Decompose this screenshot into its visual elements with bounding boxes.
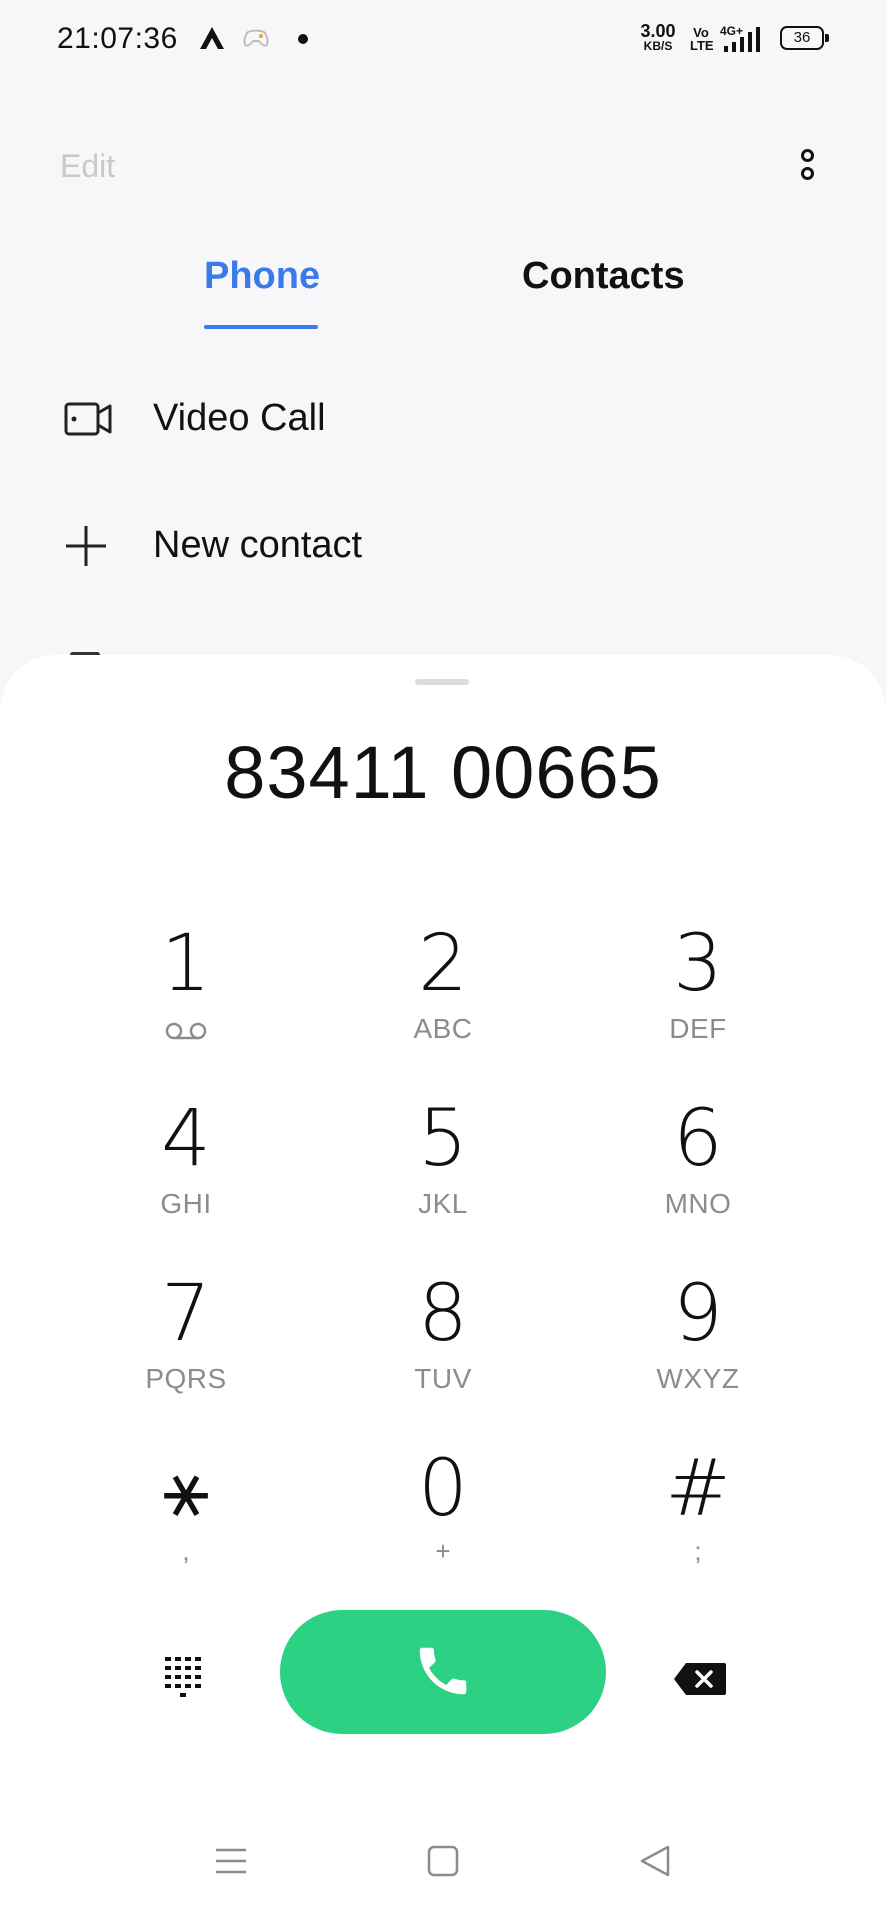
net-speed: 3.00 KB/S — [636, 22, 680, 52]
key-digit: 0 — [418, 1444, 468, 1534]
notification-a-icon — [200, 27, 224, 49]
key-0[interactable]: 0 + — [343, 1450, 543, 1590]
list-item-label: New contact — [153, 524, 363, 566]
key-letters: PQRS — [145, 1363, 227, 1394]
list-item-label: Video Call — [153, 397, 326, 439]
key-star[interactable]: ⚹ , — [86, 1450, 286, 1590]
volte-bottom: LTE — [690, 38, 714, 53]
status-bar: 21:07:36 3.00 KB/S Vo LTE 4G+ 36 — [0, 0, 886, 80]
key-8[interactable]: 8 TUV — [343, 1275, 543, 1415]
key-letters: ABC — [413, 1013, 473, 1044]
key-5[interactable]: 5 JKL — [343, 1100, 543, 1240]
key-sub-symbol: + — [435, 1536, 451, 1566]
dialed-number[interactable]: 83411 00665 — [0, 730, 886, 815]
key-4[interactable]: 4 GHI — [86, 1100, 286, 1240]
voicemail-icon — [165, 1022, 207, 1040]
back-icon[interactable] — [638, 1844, 672, 1878]
key-sub-symbol: ; — [694, 1536, 702, 1566]
battery-icon: 36 — [780, 26, 829, 50]
plus-icon — [66, 526, 106, 566]
edit-button[interactable]: Edit — [60, 148, 115, 185]
list-item-new-contact[interactable]: New contact — [0, 500, 886, 590]
menu-icon[interactable] — [214, 1844, 248, 1878]
dialpad-toggle-button[interactable] — [160, 1655, 210, 1701]
dot-icon — [298, 34, 308, 44]
key-7[interactable]: 7 PQRS — [86, 1275, 286, 1415]
key-letters: GHI — [160, 1188, 212, 1219]
key-digit: 5 — [418, 1094, 468, 1184]
key-digit: 3 — [673, 919, 723, 1009]
volte-indicator: Vo LTE — [690, 26, 714, 53]
key-letters: JKL — [418, 1188, 468, 1219]
key-digit: # — [665, 1444, 731, 1534]
tab-active-indicator — [204, 325, 318, 329]
status-time: 21:07:36 — [57, 22, 178, 55]
key-sub-symbol: , — [182, 1536, 190, 1566]
game-controller-icon — [243, 29, 269, 47]
net-speed-unit: KB/S — [643, 39, 673, 53]
tab-contacts[interactable]: Contacts — [522, 255, 685, 298]
net-speed-value: 3.00 — [640, 21, 676, 41]
key-letters: DEF — [669, 1013, 727, 1044]
key-6[interactable]: 6 MNO — [598, 1100, 798, 1240]
dialer-sheet: 83411 00665 1 2 ABC 3 DEF 4 GHI 5 JKL 6 … — [0, 655, 886, 1920]
key-digit: ⚹ — [162, 1444, 210, 1534]
key-digit: 8 — [418, 1269, 468, 1359]
backspace-button[interactable] — [672, 1661, 728, 1697]
key-digit: 4 — [161, 1094, 211, 1184]
list-item-video-call[interactable]: Video Call — [0, 375, 886, 465]
key-letters: MNO — [664, 1188, 732, 1219]
key-letters: WXYZ — [656, 1363, 740, 1394]
key-digit: 9 — [673, 1269, 723, 1359]
key-digit: 1 — [161, 919, 211, 1009]
drag-handle[interactable] — [415, 679, 469, 685]
home-icon[interactable] — [426, 1844, 460, 1878]
phone-icon — [419, 1647, 467, 1695]
network-type: 4G+ — [720, 24, 743, 38]
dialpad-icon — [165, 1657, 201, 1697]
tab-phone[interactable]: Phone — [204, 255, 320, 298]
key-digit: 2 — [418, 919, 468, 1009]
key-hash[interactable]: # ; — [598, 1450, 798, 1590]
signal-icon: 4G+ — [720, 24, 760, 52]
key-3[interactable]: 3 DEF — [598, 925, 798, 1065]
key-digit: 6 — [673, 1094, 723, 1184]
key-9[interactable]: 9 WXYZ — [598, 1275, 798, 1415]
more-vertical-icon[interactable] — [790, 140, 824, 190]
video-call-icon — [64, 402, 112, 436]
key-2[interactable]: 2 ABC — [343, 925, 543, 1065]
key-letters: TUV — [414, 1363, 472, 1394]
backspace-icon — [674, 1663, 726, 1695]
key-1[interactable]: 1 — [86, 925, 286, 1065]
call-button[interactable] — [280, 1610, 606, 1734]
key-digit: 7 — [161, 1269, 211, 1359]
